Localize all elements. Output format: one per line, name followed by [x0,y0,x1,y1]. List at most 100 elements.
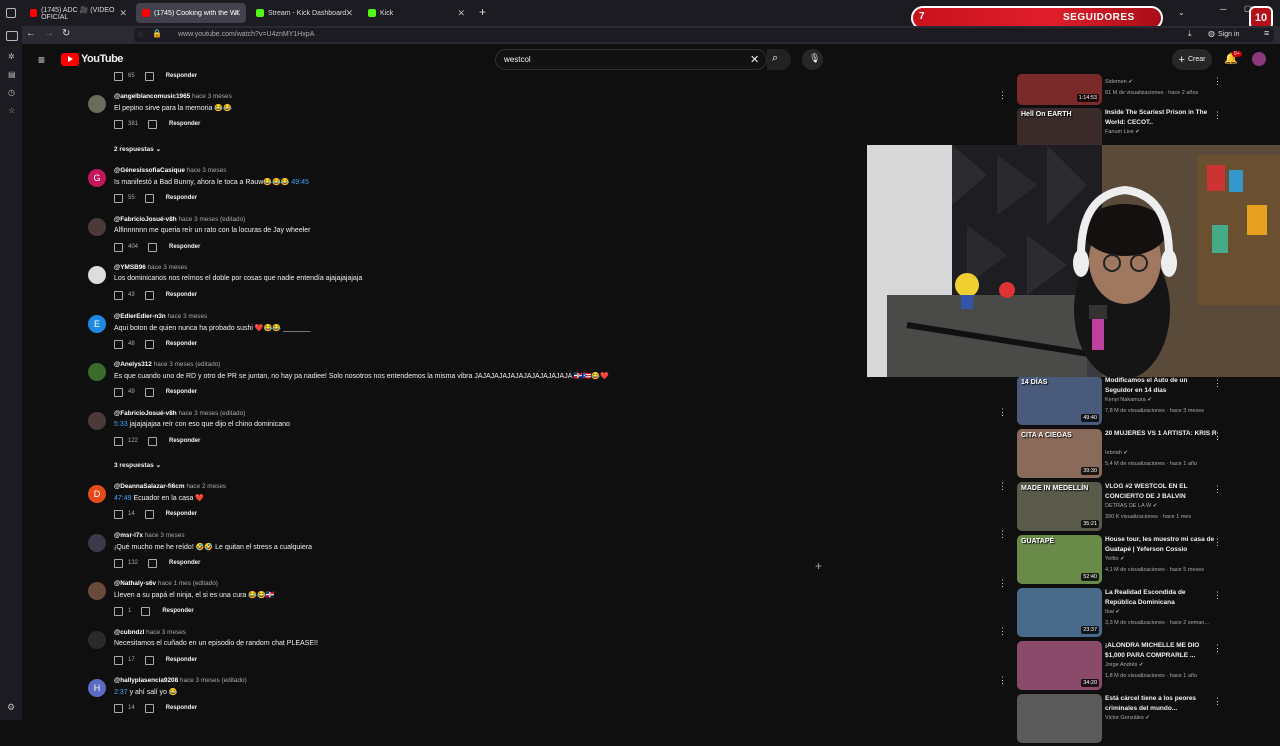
video-title[interactable]: VLOG #2 WESTCOL EN EL CONCIERTO DE J BAL… [1105,482,1217,501]
thumbs-down-icon[interactable] [144,509,154,519]
close-tab-icon[interactable]: ✕ [457,8,465,19]
thumbs-down-icon[interactable] [144,339,154,349]
youtube-logo-icon[interactable] [61,53,79,66]
more-options-icon[interactable]: ⋮ [1213,76,1222,87]
history-icon[interactable]: ◷ [8,88,15,97]
thumbs-up-icon[interactable] [114,703,123,713]
thumbs-up-icon[interactable] [114,242,123,252]
avatar[interactable] [88,534,106,552]
more-options-icon[interactable]: ⋮ [998,626,1007,637]
comment-author[interactable]: @FabricioJosué-v8h [114,216,177,223]
more-options-icon[interactable]: ⋮ [1213,696,1222,707]
timestamp-link[interactable]: 2:37 [114,689,128,696]
search-input[interactable]: westcol ✕ [495,49,767,70]
hamburger-menu-icon[interactable]: ≡ [38,53,45,67]
comment-author[interactable]: @Anelys312 [114,361,152,368]
thumbs-up-icon[interactable] [114,387,123,397]
close-tab-icon[interactable]: ✕ [119,8,127,19]
video-title[interactable]: House tour, les muestro mi casa de Guata… [1105,535,1217,554]
channel-name[interactable]: Kenyi Nakamura ✔ [1105,397,1152,403]
more-options-icon[interactable]: ⋮ [1213,431,1222,442]
video-thumbnail[interactable]: 14 DÍAS 49:40 [1017,376,1102,425]
video-title[interactable]: La Realidad Escondida de República Domin… [1105,588,1217,607]
avatar[interactable] [1252,52,1266,66]
settings-icon[interactable]: ⚙ [7,702,15,713]
clear-search-icon[interactable]: ✕ [750,53,759,66]
channel-name[interactable]: Yefito ✔ [1105,556,1125,562]
video-title[interactable]: Está cárcel tiene a los peores criminale… [1105,694,1217,713]
tab-overview-icon[interactable] [6,8,16,18]
reply-button[interactable]: Responder [166,657,197,663]
comment-author[interactable]: @GénesissofiaCasique [114,167,185,174]
comment-time[interactable]: hace 3 meses (editado) [180,677,247,684]
more-options-icon[interactable]: ⋮ [1213,537,1222,548]
address-bar[interactable]: ◌ 🔒 www.youtube.com/watch?v=U4znMY1HxpA … [134,28,1274,42]
related-video-item[interactable]: MADE IN MEDELLÍN 35:21 VLOG #2 WESTCOL EN … [1017,482,1267,534]
avatar[interactable] [88,266,106,284]
more-options-icon[interactable]: ⋮ [998,407,1007,418]
more-options-icon[interactable]: ⋮ [998,675,1007,686]
browser-tab-4[interactable]: Kick ✕ [362,3,470,23]
more-options-icon[interactable]: ⋮ [1213,643,1222,654]
avatar[interactable]: H [88,679,106,697]
replies-toggle[interactable]: 3 respuestas ⌄ [114,461,161,469]
more-options-icon[interactable]: ⋮ [998,578,1007,589]
avatar[interactable] [88,363,106,381]
avatar[interactable] [88,218,106,236]
back-icon[interactable]: ← [26,28,36,39]
channel-name[interactable]: Jorge Andrés ✔ [1105,662,1144,668]
video-thumbnail[interactable]: GUATAPÉ 52:40 [1017,535,1102,584]
reply-button[interactable]: Responder [169,244,200,250]
comment-time[interactable]: hace 3 meses [192,93,232,100]
comment-author[interactable]: @cubndzl [114,629,144,636]
video-thumbnail[interactable] [1017,694,1102,743]
video-thumbnail[interactable]: MADE IN MEDELLÍN 35:21 [1017,482,1102,531]
thumbs-down-icon[interactable] [148,119,158,129]
reply-button[interactable]: Responder [166,73,197,79]
video-title[interactable]: 20 MUJERES VS 1 ARTISTA: KRIS R [1105,429,1217,439]
comment-time[interactable]: hace 3 meses [145,532,185,539]
comment-time[interactable]: hace 3 meses (editado) [178,410,245,417]
thumbs-down-icon[interactable] [144,655,154,665]
video-thumbnail[interactable]: CITA A CIEGAS 39:30 [1017,429,1102,478]
video-title[interactable]: Inside The Scariest Prison in The World:… [1105,108,1217,127]
thumbs-down-icon[interactable] [148,558,158,568]
voice-search-button[interactable]: 🎙 [802,49,823,70]
sidebar-toggle-icon[interactable] [6,31,18,41]
comment-author[interactable]: @Nathaly-s6v [114,580,156,587]
more-options-icon[interactable]: ⋮ [1213,110,1222,121]
avatar[interactable] [88,95,106,113]
timestamp-link[interactable]: 47:49 [114,495,132,502]
thumbs-down-icon[interactable] [144,71,154,81]
comment-time[interactable]: hace 3 meses (editado) [178,216,245,223]
comment-author[interactable]: @hallyplasencia9208 [114,677,178,684]
thumbs-up-icon[interactable] [114,509,123,519]
more-options-icon[interactable]: ⋮ [998,90,1007,101]
reply-button[interactable]: Responder [169,560,200,566]
avatar[interactable]: D [88,485,106,503]
reply-button[interactable]: Responder [166,292,197,298]
menu-icon[interactable]: ≡ [1264,28,1269,38]
comment-time[interactable]: hace 2 meses [186,483,226,490]
browser-tab-3[interactable]: Stream - Kick Dashboard ✕ [250,3,358,23]
video-thumbnail[interactable]: 23:37 [1017,588,1102,637]
more-options-icon[interactable]: ⋮ [1213,378,1222,389]
close-tab-icon[interactable]: ✕ [345,8,353,19]
avatar[interactable] [88,412,106,430]
comment-time[interactable]: hace 3 meses [146,629,186,636]
reply-button[interactable]: Responder [166,511,197,517]
browser-tab-2[interactable]: (1745) Cooking with the Whee ✕ [136,3,246,23]
create-button[interactable]: + Crear [1172,49,1212,70]
download-icon[interactable]: ⤓ [1188,29,1192,39]
timestamp-link[interactable]: 49:45 [291,179,309,186]
channel-name[interactable]: Ibai ✔ [1105,609,1120,615]
thumbs-down-icon[interactable] [144,290,154,300]
reply-button[interactable]: Responder [162,608,193,614]
reload-icon[interactable]: ↻ [62,28,70,39]
thumbs-up-icon[interactable] [114,339,123,349]
related-video-item[interactable]: Está cárcel tiene a los peores criminale… [1017,694,1267,746]
thumbs-up-icon[interactable] [114,558,123,568]
sign-in-label[interactable]: Sign in [1218,31,1239,38]
new-tab-icon[interactable]: + [479,5,486,19]
related-video-item[interactable]: 1:14:53 Sidemen ✔ 81 M de visualizaciones … [1017,74,1267,105]
